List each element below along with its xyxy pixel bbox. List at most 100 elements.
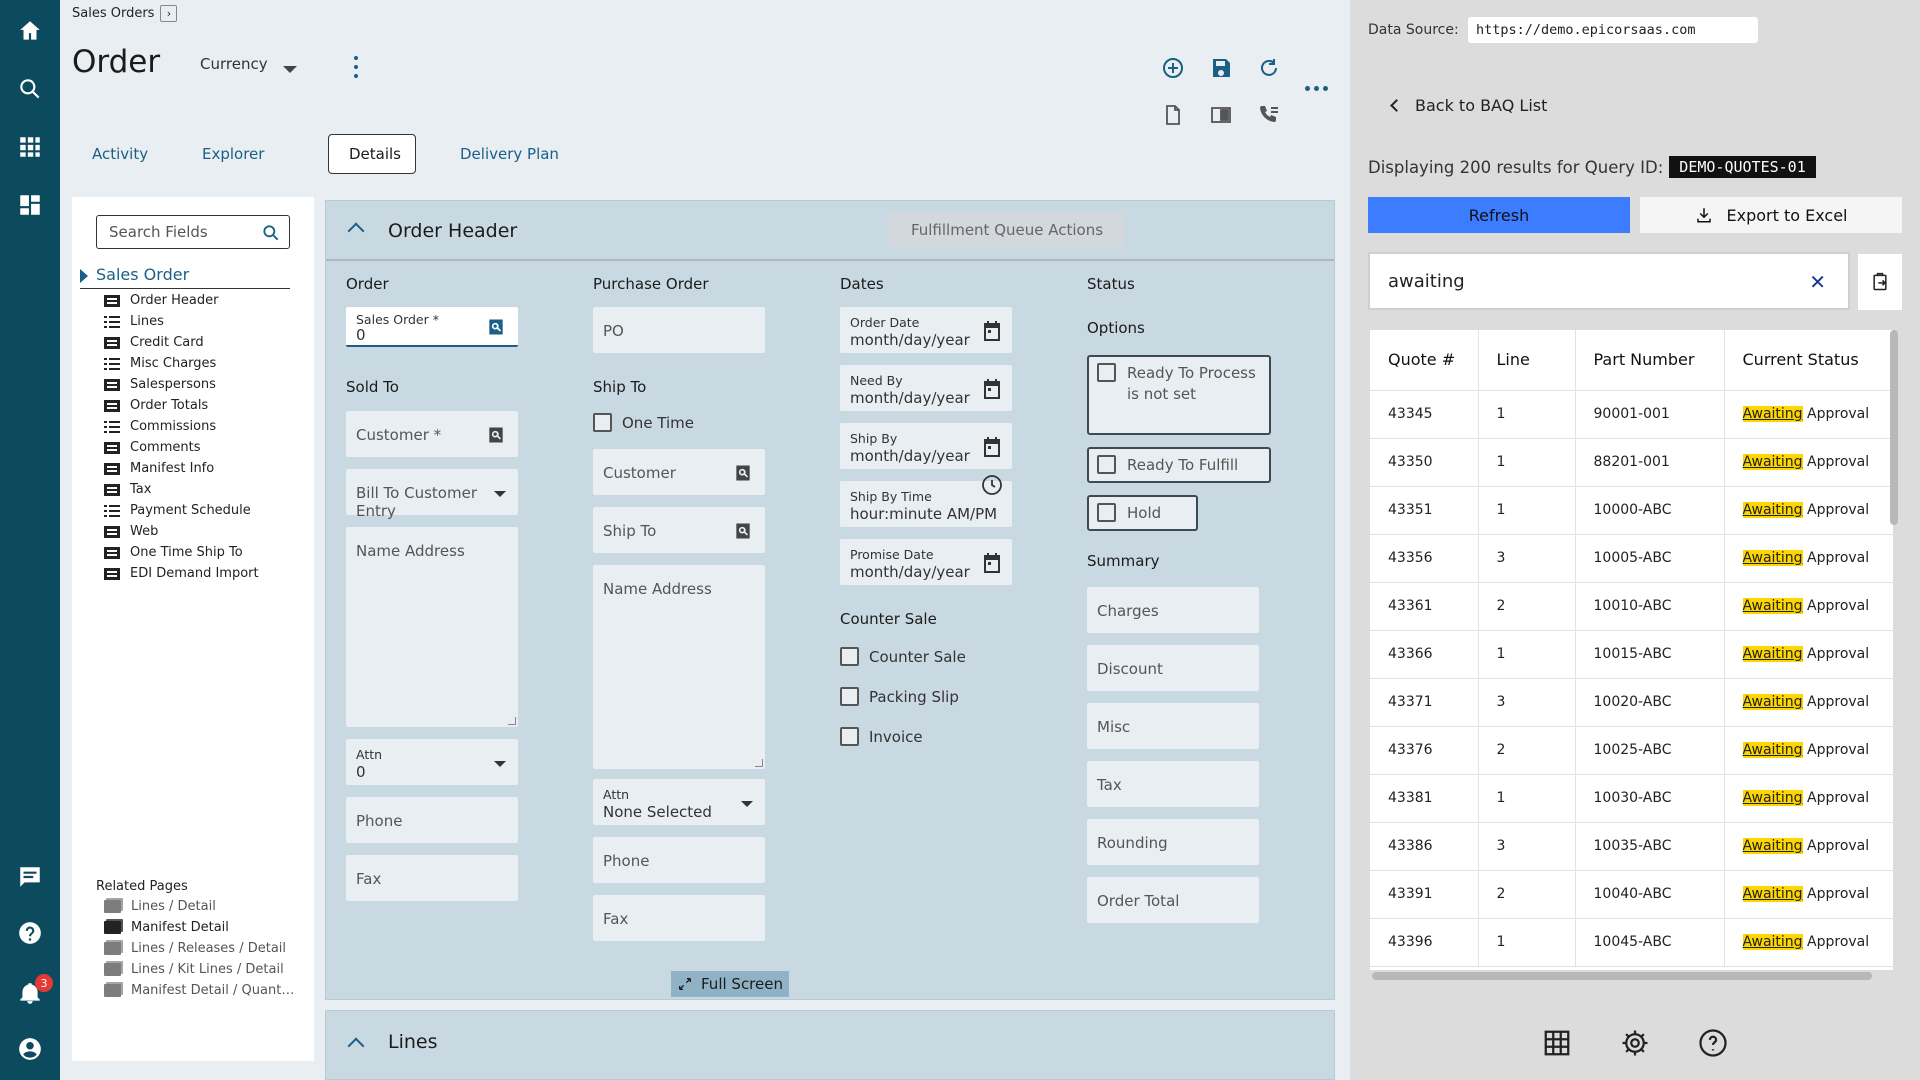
- full-screen-button[interactable]: Full Screen: [671, 971, 789, 997]
- po-field[interactable]: PO: [593, 307, 765, 353]
- summary-tax-field[interactable]: Tax: [1087, 761, 1259, 807]
- related-page-link[interactable]: Lines / Kit Lines / Detail: [104, 962, 284, 977]
- tab-activity[interactable]: Activity: [72, 134, 174, 174]
- table-row[interactable]: 43351 1 10000-ABC Awaiting Approval: [1370, 486, 1893, 535]
- field-tree-item[interactable]: Order Totals: [104, 398, 208, 413]
- related-page-link[interactable]: Manifest Detail / Quant…: [104, 983, 294, 998]
- promise-date-field[interactable]: Promise Date month/day/year: [840, 539, 1012, 585]
- apps-grid-icon[interactable]: [15, 132, 45, 162]
- collapse-chevron-icon[interactable]: [347, 222, 365, 240]
- settings-gear-icon[interactable]: [1620, 1028, 1650, 1058]
- field-tree-item[interactable]: Payment Schedule: [104, 503, 251, 518]
- ship-fax-field[interactable]: Fax: [593, 895, 765, 941]
- home-icon[interactable]: [15, 16, 45, 46]
- table-row[interactable]: 43361 2 10010-ABC Awaiting Approval: [1370, 582, 1893, 631]
- ship-attn-select[interactable]: Attn None Selected: [593, 779, 765, 825]
- lookup-icon[interactable]: [733, 521, 753, 541]
- column-header-current-status[interactable]: Current Status: [1724, 330, 1893, 391]
- resize-handle-icon[interactable]: [508, 717, 516, 725]
- help-circle-icon[interactable]: [1698, 1028, 1728, 1058]
- customer-field[interactable]: Customer *: [346, 411, 518, 457]
- table-row[interactable]: 43371 3 10020-ABC Awaiting Approval: [1370, 678, 1893, 727]
- chevron-down-icon[interactable]: [283, 66, 297, 73]
- table-row[interactable]: 43381 1 10030-ABC Awaiting Approval: [1370, 774, 1893, 823]
- chat-icon[interactable]: [15, 862, 45, 892]
- clock-icon[interactable]: [980, 473, 1004, 497]
- refresh-button[interactable]: Refresh: [1368, 197, 1630, 233]
- summary-discount-field[interactable]: Discount: [1087, 645, 1259, 691]
- field-tree-item[interactable]: Web: [104, 524, 158, 539]
- phone-list-icon[interactable]: [1256, 102, 1282, 128]
- refresh-icon[interactable]: [1256, 55, 1282, 81]
- help-icon[interactable]: [15, 918, 45, 948]
- clear-icon[interactable]: ✕: [1809, 270, 1826, 294]
- field-tree-item[interactable]: Commissions: [104, 419, 216, 434]
- checkbox-icon[interactable]: [1097, 503, 1116, 522]
- field-tree-item[interactable]: Salespersons: [104, 377, 216, 392]
- chevron-down-icon[interactable]: [494, 491, 506, 497]
- counter-sale-checkbox[interactable]: Counter Sale: [840, 647, 966, 666]
- packing-slip-checkbox[interactable]: Packing Slip: [840, 687, 959, 706]
- search-icon[interactable]: [15, 74, 45, 104]
- save-icon[interactable]: [1208, 55, 1234, 81]
- field-tree-item[interactable]: Comments: [104, 440, 200, 455]
- ready-to-fulfill-checkbox[interactable]: Ready To Fulfill: [1087, 447, 1271, 483]
- ready-to-process-checkbox[interactable]: Ready To Process is not set: [1087, 355, 1271, 435]
- dashboard-icon[interactable]: [15, 190, 45, 220]
- column-header-line[interactable]: Line: [1478, 330, 1576, 391]
- invoice-checkbox[interactable]: Invoice: [840, 727, 923, 746]
- hold-checkbox[interactable]: Hold: [1087, 495, 1198, 531]
- table-grid-icon[interactable]: [1542, 1028, 1572, 1058]
- export-to-excel-button[interactable]: Export to Excel: [1640, 197, 1902, 233]
- chevron-down-icon[interactable]: [494, 761, 506, 767]
- document-icon[interactable]: [1160, 102, 1186, 128]
- field-tree-item[interactable]: Misc Charges: [104, 356, 216, 371]
- summary-misc-field[interactable]: Misc: [1087, 703, 1259, 749]
- field-tree-item[interactable]: One Time Ship To: [104, 545, 243, 560]
- ship-by-field[interactable]: Ship By month/day/year: [840, 423, 1012, 469]
- field-tree-item[interactable]: Manifest Info: [104, 461, 214, 476]
- need-by-field[interactable]: Need By month/day/year: [840, 365, 1012, 411]
- name-address-textarea[interactable]: Name Address: [346, 527, 518, 727]
- order-date-field[interactable]: Order Date month/day/year: [840, 307, 1012, 353]
- field-tree-item[interactable]: Order Header: [104, 293, 218, 308]
- kebab-menu-icon[interactable]: [353, 56, 359, 78]
- add-new-icon[interactable]: [1160, 55, 1186, 81]
- tab-explorer[interactable]: Explorer: [182, 134, 312, 174]
- clipboard-paste-button[interactable]: [1858, 254, 1902, 310]
- lookup-icon[interactable]: [733, 463, 753, 483]
- table-row[interactable]: 43356 3 10005-ABC Awaiting Approval: [1370, 534, 1893, 583]
- sales-order-field[interactable]: Sales Order * 0: [346, 307, 518, 347]
- fulfillment-queue-actions-button[interactable]: Fulfillment Queue Actions: [889, 213, 1125, 247]
- panel-view-icon[interactable]: [1208, 102, 1234, 128]
- data-source-url[interactable]: https://demo.epicorsaas.com: [1468, 17, 1758, 43]
- related-page-link[interactable]: Lines / Detail: [104, 899, 216, 914]
- lookup-icon[interactable]: [486, 425, 506, 445]
- summary-charges-field[interactable]: Charges: [1087, 587, 1259, 633]
- one-time-checkbox[interactable]: One Time: [593, 413, 694, 432]
- ship-to-field[interactable]: Ship To: [593, 507, 765, 553]
- field-tree-item[interactable]: Lines: [104, 314, 164, 329]
- user-avatar-icon[interactable]: [15, 1034, 45, 1064]
- checkbox-icon[interactable]: [840, 727, 859, 746]
- summary-order-total-field[interactable]: Order Total: [1087, 877, 1259, 923]
- table-row[interactable]: 43396 1 10045-ABC Awaiting Approval: [1370, 918, 1893, 967]
- attn-select[interactable]: Attn 0: [346, 739, 518, 785]
- checkbox-icon[interactable]: [1097, 455, 1116, 474]
- ship-phone-field[interactable]: Phone: [593, 837, 765, 883]
- ship-by-time-field[interactable]: Ship By Time hour:minute AM/PM: [840, 475, 1012, 527]
- collapse-chevron-icon[interactable]: [347, 1037, 365, 1055]
- table-row[interactable]: 43376 2 10025-ABC Awaiting Approval: [1370, 726, 1893, 775]
- table-row[interactable]: 43366 1 10015-ABC Awaiting Approval: [1370, 630, 1893, 679]
- back-to-baq-list-link[interactable]: Back to BAQ List: [1390, 96, 1547, 115]
- related-page-link[interactable]: Manifest Detail: [104, 920, 229, 935]
- more-options-icon[interactable]: [1305, 86, 1328, 91]
- chevron-down-icon[interactable]: [741, 801, 753, 807]
- fax-field[interactable]: Fax: [346, 855, 518, 901]
- summary-rounding-field[interactable]: Rounding: [1087, 819, 1259, 865]
- horizontal-scrollbar[interactable]: [1372, 972, 1872, 980]
- breadcrumb-chevron-icon[interactable]: ›: [160, 5, 178, 22]
- checkbox-icon[interactable]: [840, 687, 859, 706]
- phone-field[interactable]: Phone: [346, 797, 518, 843]
- field-tree-item[interactable]: Tax: [104, 482, 151, 497]
